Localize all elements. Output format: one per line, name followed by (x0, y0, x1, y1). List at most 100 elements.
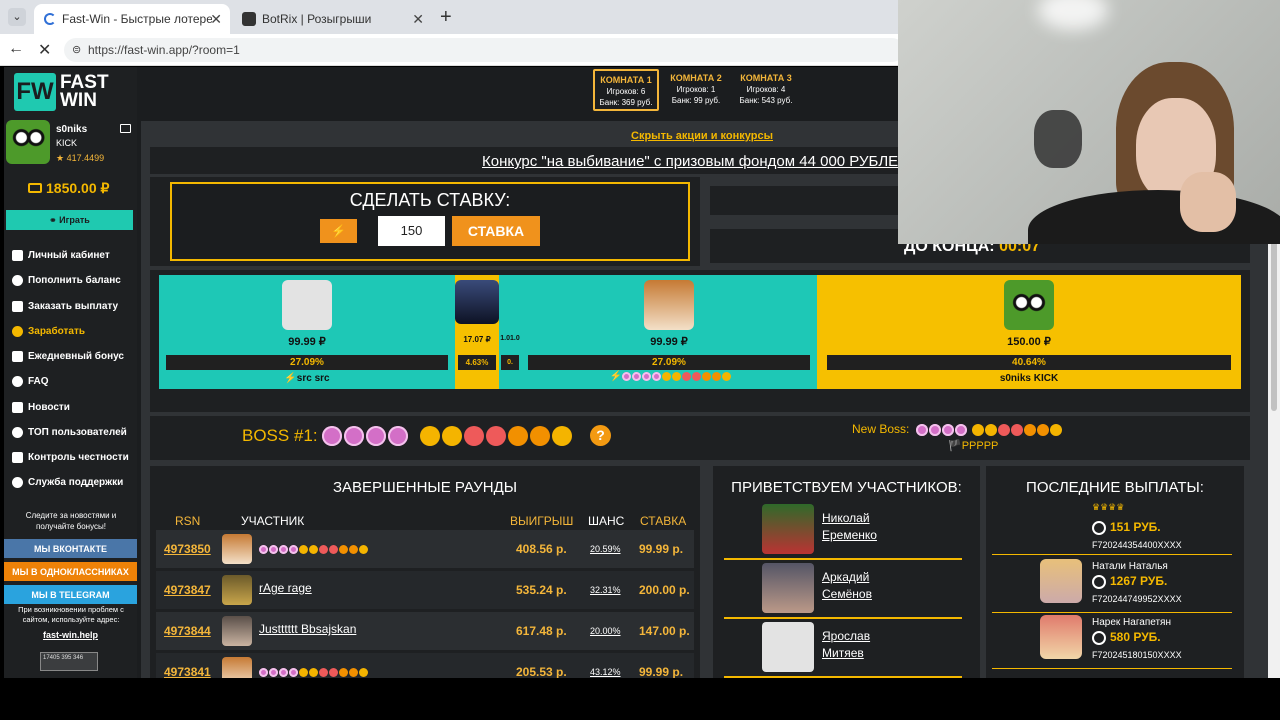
player-percent: 27.09% (166, 355, 448, 370)
payout-code: F720244354400XXXX (1092, 540, 1182, 550)
player-name: s0niks KICK (999, 373, 1059, 384)
welcome-avatar[interactable] (762, 563, 814, 613)
player-avatar (644, 280, 694, 330)
table-row: 4973844 Justttttt Bbsajskan 617.48 р. 20.00… (156, 612, 694, 650)
sidebar-item[interactable]: Заработать (12, 326, 85, 337)
welcome-avatar[interactable] (762, 504, 814, 554)
boss-question-icon[interactable]: ? (590, 425, 611, 446)
bet-amount: 99.99 р. (639, 542, 684, 556)
url-field[interactable]: ⊜ https://fast-win.app/?room=1 (64, 38, 904, 62)
player-avatar (282, 280, 332, 330)
sidebar-item[interactable]: Новости (12, 402, 70, 413)
segment-player-4[interactable]: 99.99 ₽ 27.09% ⚡ (521, 275, 817, 389)
bet-box: СДЕЛАТЬ СТАВКУ: ⚡ 150 СТАВКА (170, 182, 690, 261)
segment-player-2[interactable]: 17.07 ₽ 4.63% (455, 275, 499, 389)
sidebar-item-label: Личный кабинет (28, 250, 110, 261)
chance-link[interactable]: 20.00% (590, 626, 621, 636)
help-link[interactable]: fast-win.help (4, 630, 137, 640)
qiwi-icon (1092, 630, 1106, 645)
payout-avatar (1040, 615, 1082, 659)
sidebar-item[interactable]: Заказать выплату (12, 301, 118, 312)
bet-submit-button[interactable]: СТАВКА (452, 216, 540, 246)
round-id-link[interactable]: 4973841 (164, 665, 211, 678)
close-tab-icon[interactable]: ✕ (210, 11, 222, 28)
payout-code: F720245180150XXXX (1092, 650, 1182, 660)
segment-player-5[interactable]: 150.00 ₽ 40.64% s0niks KICK (817, 275, 1241, 389)
lightning-button[interactable]: ⚡ (320, 219, 357, 243)
participant-name[interactable]: Justttttt Bbsajskan (259, 622, 356, 636)
sidebar-item[interactable]: Контроль честности (12, 452, 129, 463)
qiwi-icon (1092, 574, 1106, 589)
sidebar-item[interactable]: Служба поддержки (12, 477, 123, 488)
bet-amount-input[interactable]: 150 (378, 216, 445, 246)
webcam-wall-figure (1034, 110, 1082, 168)
user-avatar[interactable] (6, 120, 50, 164)
welcome-name-link[interactable]: Николай Еременко (822, 510, 877, 544)
arena-bar: 99.99 ₽ 27.09% ⚡src src 17.07 ₽ 4.63% 1.… (159, 275, 1241, 389)
player-avatar (1004, 280, 1054, 330)
welcome-name-link[interactable]: Ярослав Митяев (822, 628, 870, 662)
bottom-black-bar (0, 678, 1280, 720)
logout-icon[interactable] (120, 124, 131, 133)
telegram-button[interactable]: МЫ В TELEGRAM (4, 585, 137, 604)
payout-amount: 151 РУБ. (1092, 520, 1161, 535)
tab-list-dropdown-icon[interactable]: ⌄ (8, 8, 26, 26)
payout-amount-value: 1267 РУБ. (1110, 574, 1168, 588)
welcome-avatar[interactable] (762, 622, 814, 672)
payout-name: Натали Наталья (1092, 561, 1168, 572)
sidebar-item[interactable]: Пополнить баланс (12, 275, 121, 286)
participant-emoji-name[interactable] (259, 665, 369, 678)
room-title: КОМНАТА 2 (670, 73, 722, 83)
room-3-button[interactable]: КОМНАТА 3 Игроков: 4 Банк: 543 руб. (733, 69, 799, 111)
round-id-link[interactable]: 4973850 (164, 542, 211, 556)
sidebar-item[interactable]: Ежедневный бонус (12, 351, 124, 362)
contest-link[interactable]: Конкурс "на выбивание" с призовым фондом… (482, 153, 909, 170)
room-bank: Банк: 99 руб. (671, 96, 721, 105)
round-id-link[interactable]: 4973847 (164, 583, 211, 597)
logo-mark: FW (14, 73, 56, 111)
welcome-name-link[interactable]: Аркадий Семёнов (822, 569, 872, 603)
arrow-circle-icon (12, 301, 23, 312)
round-id-link[interactable]: 4973844 (164, 624, 211, 638)
col-chance: ШАНС (588, 514, 625, 528)
chance-link[interactable]: 43.12% (590, 667, 621, 677)
participant-avatar (222, 657, 252, 678)
segment-player-1[interactable]: 99.99 ₽ 27.09% ⚡src src (159, 275, 455, 389)
logo-text: FAST WIN (60, 73, 109, 110)
sidebar-item[interactable]: ТОП пользователей (12, 427, 127, 438)
webcam-person-shoulder (1028, 190, 1280, 244)
site-logo[interactable]: FW FAST WIN (14, 73, 109, 111)
money-icon (12, 326, 23, 337)
segment-player-3[interactable]: 1.01.0 0. (499, 275, 521, 389)
sidebar-item[interactable]: FAQ (12, 376, 49, 387)
chance-link[interactable]: 20.59% (590, 544, 621, 554)
vk-button[interactable]: МЫ ВКОНТАКТЕ (4, 539, 137, 558)
chance-link[interactable]: 32.31% (590, 585, 621, 595)
welcome-item: Аркадий Семёнов (724, 561, 962, 619)
close-tab-icon[interactable]: ✕ (412, 11, 424, 28)
back-arrow-icon[interactable]: ← (8, 40, 24, 58)
shuffle-icon (12, 452, 23, 463)
participant-name[interactable]: rAge rage (259, 581, 312, 595)
sidebar-item[interactable]: Личный кабинет (12, 250, 110, 261)
bet-amount-value: 150 (400, 223, 423, 238)
help-text: При возникновении проблем с сайтом, испо… (18, 605, 124, 624)
social-text: Следите за новостями и получайте бонусы! (25, 511, 117, 531)
participant-emoji-name[interactable] (259, 542, 369, 556)
ok-button[interactable]: МЫ В ОДНОКЛАССНИКАХ (4, 562, 137, 581)
new-tab-button[interactable]: + (440, 6, 452, 29)
player-percent: 27.09% (528, 355, 810, 370)
browser-tab-fastwin[interactable]: Fast-Win - Быстрые лотереи! Ком ✕ (34, 4, 230, 34)
browser-tab-botrix[interactable]: BotRix | Розыгрыши ✕ (232, 4, 432, 34)
room-2-button[interactable]: КОМНАТА 2 Игроков: 1 Банк: 99 руб. (663, 69, 729, 111)
last-name: Еременко (822, 528, 877, 542)
table-row: 4973847 rAge rage 535.24 р. 32.31% 200.00 р. (156, 571, 694, 609)
win-amount: 205.53 р. (516, 665, 567, 678)
play-button[interactable]: ⚭ Играть (6, 210, 133, 230)
promo-hide-link[interactable]: Скрыть акции и конкурсы (631, 130, 773, 142)
room-bank: Банк: 543 руб. (739, 96, 793, 105)
site-info-icon[interactable]: ⊜ (72, 38, 81, 62)
reload-icon[interactable]: ✕ (38, 40, 51, 60)
room-1-button[interactable]: КОМНАТА 1 Игроков: 6 Банк: 369 руб. (593, 69, 659, 111)
user-name[interactable]: s0niks (56, 124, 87, 135)
